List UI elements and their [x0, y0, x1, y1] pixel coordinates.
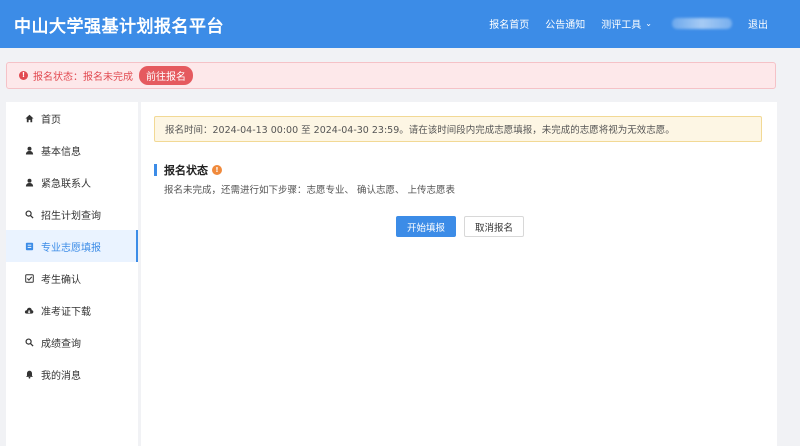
user-name-blurred[interactable] [672, 18, 732, 29]
sidebar-item-major-application[interactable]: 专业志愿填报 [6, 230, 138, 262]
sidebar-item-my-messages[interactable]: 我的消息 [6, 358, 138, 390]
nav-tools-dropdown[interactable]: 测评工具 ⌄ [601, 16, 652, 31]
main-content: 报名时间：2024-04-13 00:00 至 2024-04-30 23:59… [141, 102, 777, 446]
sidebar-item-label: 成绩查询 [41, 338, 81, 350]
remaining-steps-text: 报名未完成，还需进行如下步骤：志愿专业、 确认志愿、 上传志愿表 [164, 185, 456, 196]
check-icon [24, 273, 34, 283]
sidebar-item-basic-info[interactable]: 基本信息 [6, 134, 138, 166]
cloud-download-icon [24, 305, 34, 315]
user-icon [24, 145, 34, 155]
status-text: 报名状态：报名未完成 [33, 72, 133, 83]
sidebar-item-label: 我的消息 [41, 370, 81, 382]
sidebar-item-label: 招生计划查询 [41, 210, 101, 222]
cancel-registration-button[interactable]: 取消报名 [464, 216, 525, 237]
user-icon [24, 177, 34, 187]
sidebar-item-emergency-contact[interactable]: 紧急联系人 [6, 166, 138, 198]
sidebar-item-score-query[interactable]: 成绩查询 [6, 326, 138, 358]
nav-home-link[interactable]: 报名首页 [489, 16, 529, 31]
site-title: 中山大学强基计划报名平台 [14, 17, 224, 37]
nav-tools-label: 测评工具 [601, 20, 642, 31]
sidebar-item-candidate-confirm[interactable]: 考生确认 [6, 262, 138, 294]
sidebar-item-label: 专业志愿填报 [41, 242, 101, 254]
sidebar-item-label: 基本信息 [41, 146, 81, 158]
section-accent-bar [154, 164, 157, 176]
sidebar: 首页 基本信息 紧急联系人 招生计划查询 专业志愿填报 考生确认 准考证下载 成… [6, 102, 138, 446]
nav-notice-link[interactable]: 公告通知 [545, 16, 585, 31]
section-title: 报名状态 ! [154, 162, 222, 178]
action-buttons: 开始填报 取消报名 [396, 216, 525, 237]
sidebar-item-label: 准考证下载 [41, 306, 91, 318]
home-icon [24, 113, 34, 123]
registration-time-notice: 报名时间：2024-04-13 00:00 至 2024-04-30 23:59… [154, 116, 762, 142]
sidebar-item-home[interactable]: 首页 [6, 102, 138, 134]
sidebar-item-label: 考生确认 [41, 274, 81, 286]
search-icon [24, 337, 34, 347]
top-navbar: 中山大学强基计划报名平台 报名首页 公告通知 测评工具 ⌄ 退出 [0, 0, 800, 48]
logout-link[interactable]: 退出 [748, 16, 768, 31]
alert-icon: ! [19, 71, 28, 80]
start-application-button[interactable]: 开始填报 [396, 216, 457, 237]
chevron-down-icon: ⌄ [645, 19, 652, 28]
bell-icon [24, 369, 34, 379]
sidebar-item-label: 紧急联系人 [41, 178, 91, 190]
sidebar-item-label: 首页 [41, 114, 61, 126]
top-nav: 报名首页 公告通知 测评工具 ⌄ 退出 [473, 16, 768, 31]
goto-register-button[interactable]: 前往报名 [139, 66, 193, 85]
info-icon[interactable]: ! [212, 165, 222, 175]
form-icon [24, 241, 34, 251]
search-icon [24, 209, 34, 219]
registration-status-alert: ! 报名状态：报名未完成 前往报名 [6, 62, 776, 89]
section-title-text: 报名状态 [164, 164, 208, 177]
sidebar-item-enrollment-plan[interactable]: 招生计划查询 [6, 198, 138, 230]
sidebar-item-admission-ticket[interactable]: 准考证下载 [6, 294, 138, 326]
